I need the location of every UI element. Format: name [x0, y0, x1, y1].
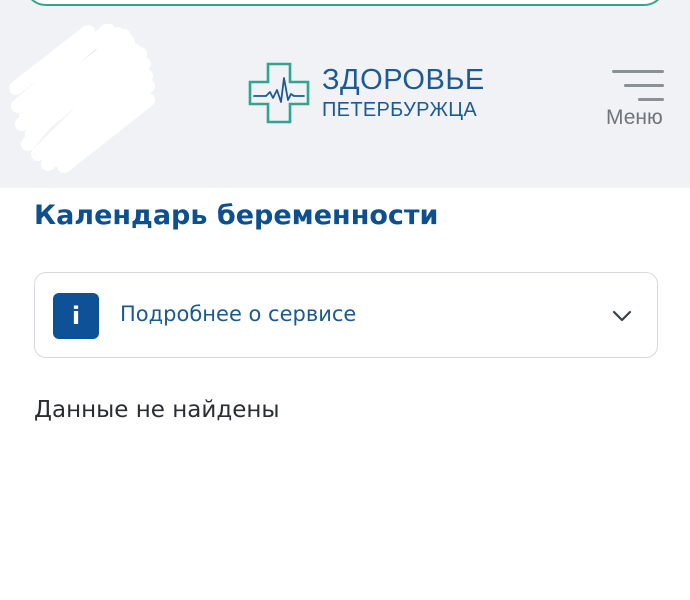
service-info-accordion[interactable]: i Подробнее о сервисе — [34, 272, 658, 358]
empty-state-message: Данные не найдены — [34, 397, 280, 423]
logo-title: ЗДОРОВЬЕ — [322, 64, 485, 96]
page-title: Календарь беременности — [34, 200, 439, 231]
site-header: ЗДОРОВЬЕ ПЕТЕРБУРЖЦА Меню — [0, 0, 690, 188]
medical-cross-logo-icon — [248, 62, 310, 124]
menu-button[interactable]: Меню — [602, 66, 672, 130]
search-bar-edge[interactable] — [24, 0, 666, 6]
chevron-down-icon[interactable] — [611, 305, 633, 327]
user-avatar[interactable] — [8, 24, 158, 174]
info-icon: i — [53, 293, 99, 339]
site-logo[interactable]: ЗДОРОВЬЕ ПЕТЕРБУРЖЦА — [248, 62, 485, 124]
menu-label: Меню — [606, 106, 663, 129]
accordion-label: Подробнее о сервисе — [120, 302, 357, 326]
privacy-scribble — [9, 24, 155, 173]
logo-subtitle: ПЕТЕРБУРЖЦА — [322, 99, 477, 121]
